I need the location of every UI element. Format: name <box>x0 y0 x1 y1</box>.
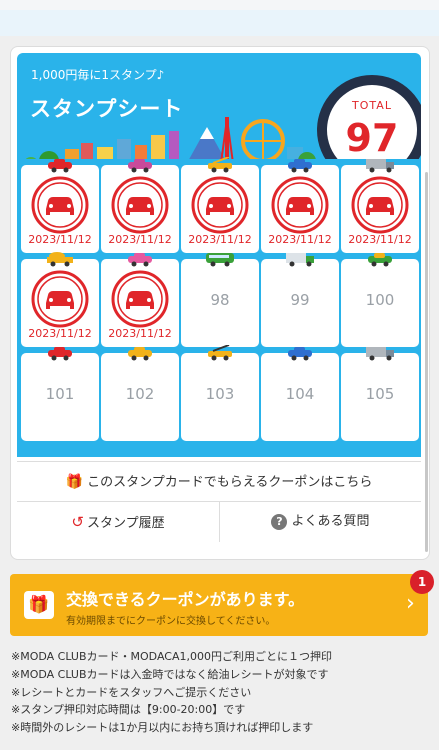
stamp-date: 2023/11/12 <box>28 327 92 340</box>
bus-icon <box>206 253 234 267</box>
gift-icon: 🎁 <box>65 474 84 490</box>
scrollbar[interactable] <box>425 172 428 552</box>
note-item: ※MODA CLUBカードは入金時ではなく給油レシートが対象です <box>11 667 329 681</box>
coupon-exchange-banner[interactable]: 🎁 交換できるクーポンがあります。 有効期限までにクーポンに交換してください。 … <box>10 574 428 636</box>
stamp-card: 1,000円毎に1スタンプ♪ スタンプシート TOTAL 97 2023/11/… <box>10 46 430 560</box>
empty-stamp-cell: 100 <box>341 253 419 347</box>
crane-truck-icon <box>208 157 232 173</box>
stamp-number: 98 <box>210 291 230 309</box>
top-band <box>0 10 439 36</box>
stamp-cell: 2023/11/12 <box>101 159 179 253</box>
banner-title: 交換できるクーポンがあります。 <box>66 590 305 609</box>
stamp-date: 2023/11/12 <box>188 233 252 246</box>
stamp-number: 104 <box>285 385 315 403</box>
total-value: 97 <box>345 116 399 160</box>
note-item: ※レシートとカードをスタッフへご提示ください <box>11 685 252 699</box>
notification-badge: 1 <box>410 570 434 594</box>
empty-stamp-cell: 102 <box>101 347 179 441</box>
red-car-icon <box>48 159 72 173</box>
chevron-right-icon: › <box>406 591 415 616</box>
mixer-truck-icon <box>47 252 73 267</box>
stamp-cell: 2023/11/12 <box>101 253 179 347</box>
truck-icon <box>286 253 314 267</box>
coupon-list-link[interactable]: 🎁 このスタンプカードでもらえるクーポンはこちら <box>17 461 421 502</box>
note-item: ※時間外のレシートは1か月以内にお持ち頂ければ押印します <box>11 721 314 735</box>
crane-truck-icon <box>208 345 232 361</box>
stamp-date: 2023/11/12 <box>108 233 172 246</box>
truck-icon <box>366 159 394 173</box>
stamp-rule-text: 1,000円毎に1スタンプ♪ <box>31 68 165 82</box>
stamp-grid: 2023/11/12 2023/11/12 2023/11/12 2023/11… <box>17 157 421 457</box>
card-actions: ↺ スタンプ履歴 ? よくある質問 <box>17 501 421 542</box>
history-icon: ↺ <box>71 513 84 531</box>
truck-icon <box>366 347 394 361</box>
car-icon <box>368 253 392 267</box>
total-label: TOTAL <box>352 99 392 112</box>
question-icon: ? <box>271 513 288 530</box>
stamp-number: 103 <box>205 385 235 403</box>
note-item: ※MODA CLUBカード・MODACA1,000円ご利用ごとに１つ押印 <box>11 650 332 663</box>
stamp-history-button[interactable]: ↺ スタンプ履歴 <box>17 502 220 542</box>
gift-icon: 🎁 <box>24 591 54 619</box>
notes-list: ※MODA CLUBカード・MODACA1,000円ご利用ごとに１つ押印 ※MO… <box>11 648 431 737</box>
stamp-cell: 2023/11/12 <box>181 157 259 253</box>
empty-stamp-cell: 105 <box>341 347 419 441</box>
stamp-date: 2023/11/12 <box>108 327 172 340</box>
stamp-number: 101 <box>45 385 75 403</box>
stamp-mark-icon <box>351 176 409 234</box>
taxi-icon <box>128 159 152 173</box>
stamp-number: 102 <box>125 385 155 403</box>
stamp-mark-icon <box>111 270 169 328</box>
stamp-mark-icon <box>191 176 249 234</box>
empty-stamp-cell: 98 <box>181 253 259 347</box>
stamp-history-label: スタンプ履歴 <box>86 516 165 531</box>
blue-car-icon <box>288 159 312 173</box>
stamp-cell: 2023/11/12 <box>21 159 99 253</box>
red-car-icon <box>48 347 72 361</box>
stamp-number: 99 <box>290 291 310 309</box>
stamp-mark-icon <box>31 176 89 234</box>
stamp-mark-icon <box>31 270 89 328</box>
faq-label: よくある質問 <box>291 514 370 529</box>
pink-car-icon <box>128 253 152 267</box>
stamp-cell: 2023/11/12 <box>341 159 419 253</box>
empty-stamp-cell: 101 <box>21 347 99 441</box>
stamp-date: 2023/11/12 <box>28 233 92 246</box>
taxi-icon <box>128 347 152 361</box>
stamp-number: 100 <box>365 291 395 309</box>
coupon-link-label: このスタンプカードでもらえるクーポンはこちら <box>87 475 373 490</box>
stamp-cell: 2023/11/12 <box>21 252 99 347</box>
stamp-cell: 2023/11/12 <box>261 159 339 253</box>
empty-stamp-cell: 104 <box>261 347 339 441</box>
stamp-date: 2023/11/12 <box>348 233 412 246</box>
stamp-date: 2023/11/12 <box>268 233 332 246</box>
blue-car-icon <box>288 347 312 361</box>
stamp-mark-icon <box>271 176 329 234</box>
stamp-number: 105 <box>365 385 395 403</box>
stamp-mark-icon <box>111 176 169 234</box>
note-item: ※スタンプ押印対応時間は【9:00-20:00】です <box>11 703 246 717</box>
faq-button[interactable]: ? よくある質問 <box>220 502 421 542</box>
empty-stamp-cell: 99 <box>261 253 339 347</box>
empty-stamp-cell: 103 <box>181 345 259 441</box>
banner-subtitle: 有効期限までにクーポンに交換してください。 <box>66 616 276 627</box>
